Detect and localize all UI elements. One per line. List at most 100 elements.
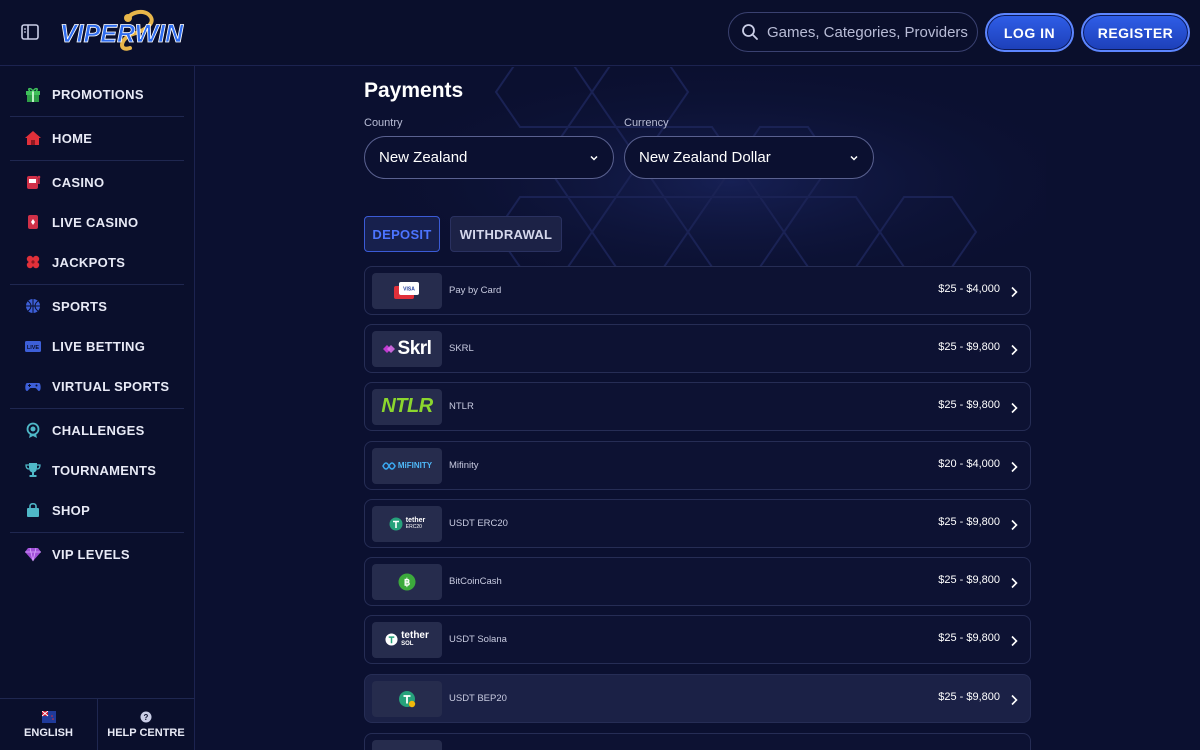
payment-method-row[interactable]: ฿ BitCoinCash $25 - $9,800	[364, 557, 1031, 606]
chevron-right-icon	[1011, 344, 1018, 356]
payment-method-row[interactable]: tether ERC20 USDT ERC20 $25 - $9,800	[364, 499, 1031, 548]
search-input[interactable]	[767, 23, 972, 41]
language-button[interactable]: ENGLISH	[0, 699, 97, 750]
payment-method-name: SKRL	[449, 343, 474, 354]
sidebar-item-home[interactable]: HOME	[10, 118, 184, 158]
sidebar-item-tournaments[interactable]: TOURNAMENTS	[10, 450, 184, 490]
help-centre-button[interactable]: ? HELP CENTRE	[97, 699, 194, 750]
payment-method-range: $25 - $9,800	[938, 574, 1000, 586]
sidebar-divider	[10, 532, 184, 533]
sidebar-item-label: TOURNAMENTS	[52, 462, 157, 478]
help-label: HELP CENTRE	[107, 727, 185, 739]
slot-machine-icon	[24, 173, 42, 191]
payment-method-row[interactable]: VISA Pay by Card $25 - $4,000	[364, 266, 1031, 315]
viperwin-logo[interactable]: VIPERWIN	[58, 8, 214, 58]
sidebar-divider	[10, 408, 184, 409]
sidebar-footer: ENGLISH ? HELP CENTRE	[0, 698, 195, 750]
tether-logo-sub: ERC20	[405, 523, 422, 530]
currency-label: Currency	[624, 117, 669, 129]
sidebar-item-vip-levels[interactable]: VIP LEVELS	[10, 534, 184, 574]
svg-text:฿: ฿	[404, 577, 410, 588]
payment-method-name: USDT ERC20	[449, 518, 508, 529]
chevron-down-icon	[590, 155, 598, 161]
login-button[interactable]: LOG IN	[985, 13, 1074, 52]
chevron-right-icon	[1011, 286, 1018, 298]
country-value: New Zealand	[379, 149, 468, 166]
search-box[interactable]	[728, 12, 978, 52]
sidebar-item-jackpots[interactable]: JACKPOTS	[10, 242, 184, 282]
payment-method-name: NTLR	[449, 401, 474, 412]
sidebar-item-label: CHALLENGES	[52, 422, 145, 438]
payment-method-range: $25 - $9,800	[938, 341, 1000, 353]
sidebar-toggle-icon[interactable]	[20, 22, 40, 42]
payment-method-range: $25 - $9,800	[938, 399, 1000, 411]
help-icon: ?	[139, 711, 153, 723]
sidebar-item-virtual-sports[interactable]: VIRTUAL SPORTS	[10, 366, 184, 406]
sidebar-item-label: VIRTUAL SPORTS	[52, 378, 170, 394]
sidebar-divider	[10, 160, 184, 161]
sidebar-item-label: LIVE CASINO	[52, 214, 139, 230]
payment-method-range: $25 - $9,800	[938, 691, 1000, 703]
tab-deposit[interactable]: DEPOSIT	[364, 216, 440, 252]
sidebar-item-challenges[interactable]: CHALLENGES	[10, 410, 184, 450]
sidebar-item-live-betting[interactable]: LIVE LIVE BETTING	[10, 326, 184, 366]
ntlr-logo: NTLR	[372, 388, 442, 425]
register-button[interactable]: REGISTER	[1081, 13, 1190, 52]
payment-method-row[interactable]: Skrl SKRL $25 - $9,800	[364, 324, 1031, 373]
payment-method-name: Pay by Card	[449, 285, 502, 296]
mifinity-logo-text: MiFINITY	[397, 461, 433, 470]
sidebar-item-label: SHOP	[52, 502, 91, 518]
currency-select[interactable]: New Zealand Dollar	[624, 136, 874, 179]
live-tv-icon: LIVE	[24, 337, 42, 355]
sidebar-item-label: HOME	[52, 130, 93, 146]
sidebar-item-label: LIVE BETTING	[52, 338, 146, 354]
tether-logo-text: tether	[405, 516, 426, 524]
diamond-icon	[24, 545, 42, 563]
chevron-right-icon	[1011, 694, 1018, 706]
sidebar-item-label: SPORTS	[52, 298, 108, 314]
tab-withdrawal[interactable]: WITHDRAWAL	[450, 216, 562, 252]
country-label: Country	[364, 117, 403, 129]
payment-method-row[interactable]: NTLR NTLR $25 - $9,800	[364, 382, 1031, 431]
sidebar-item-label: VIP LEVELS	[52, 546, 130, 562]
tether-erc20-logo: tether ERC20	[372, 505, 442, 542]
clover-icon	[24, 253, 42, 271]
payment-method-row[interactable]	[364, 733, 1031, 750]
gamepad-icon	[24, 377, 42, 395]
main-content: Payments Country New Zealand Currency Ne…	[196, 67, 1200, 750]
svg-text:VISA: VISA	[403, 286, 415, 292]
sidebar-item-label: CASINO	[52, 174, 105, 190]
page-title: Payments	[364, 79, 464, 102]
shopping-bag-icon	[24, 501, 42, 519]
sidebar-divider	[10, 284, 184, 285]
payment-method-row[interactable]: tether SOL USDT Solana $25 - $9,800	[364, 615, 1031, 664]
top-header: VIPERWIN LOG IN REGISTER	[0, 0, 1200, 66]
payment-method-row[interactable]: USDT BEP20 $25 - $9,800	[364, 674, 1031, 723]
medal-icon	[24, 421, 42, 439]
sidebar-item-casino[interactable]: CASINO	[10, 162, 184, 202]
chevron-right-icon	[1011, 635, 1018, 647]
country-select[interactable]: New Zealand	[364, 136, 614, 179]
payment-method-range: $25 - $9,800	[938, 516, 1000, 528]
logo-viper-text: VIPERWIN	[60, 20, 184, 48]
payment-method-range: $20 - $4,000	[938, 458, 1000, 470]
basketball-icon	[24, 297, 42, 315]
payment-method-row[interactable]: MiFINITY Mifinity $20 - $4,000	[364, 441, 1031, 490]
search-icon	[742, 24, 758, 40]
sidebar-item-promotions[interactable]: PROMOTIONS	[10, 74, 184, 114]
sidebar-divider	[10, 116, 184, 117]
sidebar-item-shop[interactable]: SHOP	[10, 490, 184, 530]
chevron-right-icon	[1011, 577, 1018, 589]
payment-method-range: $25 - $4,000	[938, 283, 1000, 295]
sidebar-item-sports[interactable]: SPORTS	[10, 286, 184, 326]
payment-method-name: USDT BEP20	[449, 693, 507, 704]
nz-flag-icon	[41, 710, 56, 723]
sidebar: PROMOTIONS HOME CASINO LIVE CASINO JACKP…	[0, 66, 195, 750]
tether-sol-logo: tether SOL	[372, 621, 442, 658]
tether-logo-sub: SOL	[401, 640, 414, 647]
mifinity-logo: MiFINITY	[372, 447, 442, 484]
payment-method-name: Mifinity	[449, 460, 479, 471]
sidebar-item-live-casino[interactable]: LIVE CASINO	[10, 202, 184, 242]
trophy-icon	[24, 461, 42, 479]
sidebar-item-label: PROMOTIONS	[52, 86, 144, 102]
